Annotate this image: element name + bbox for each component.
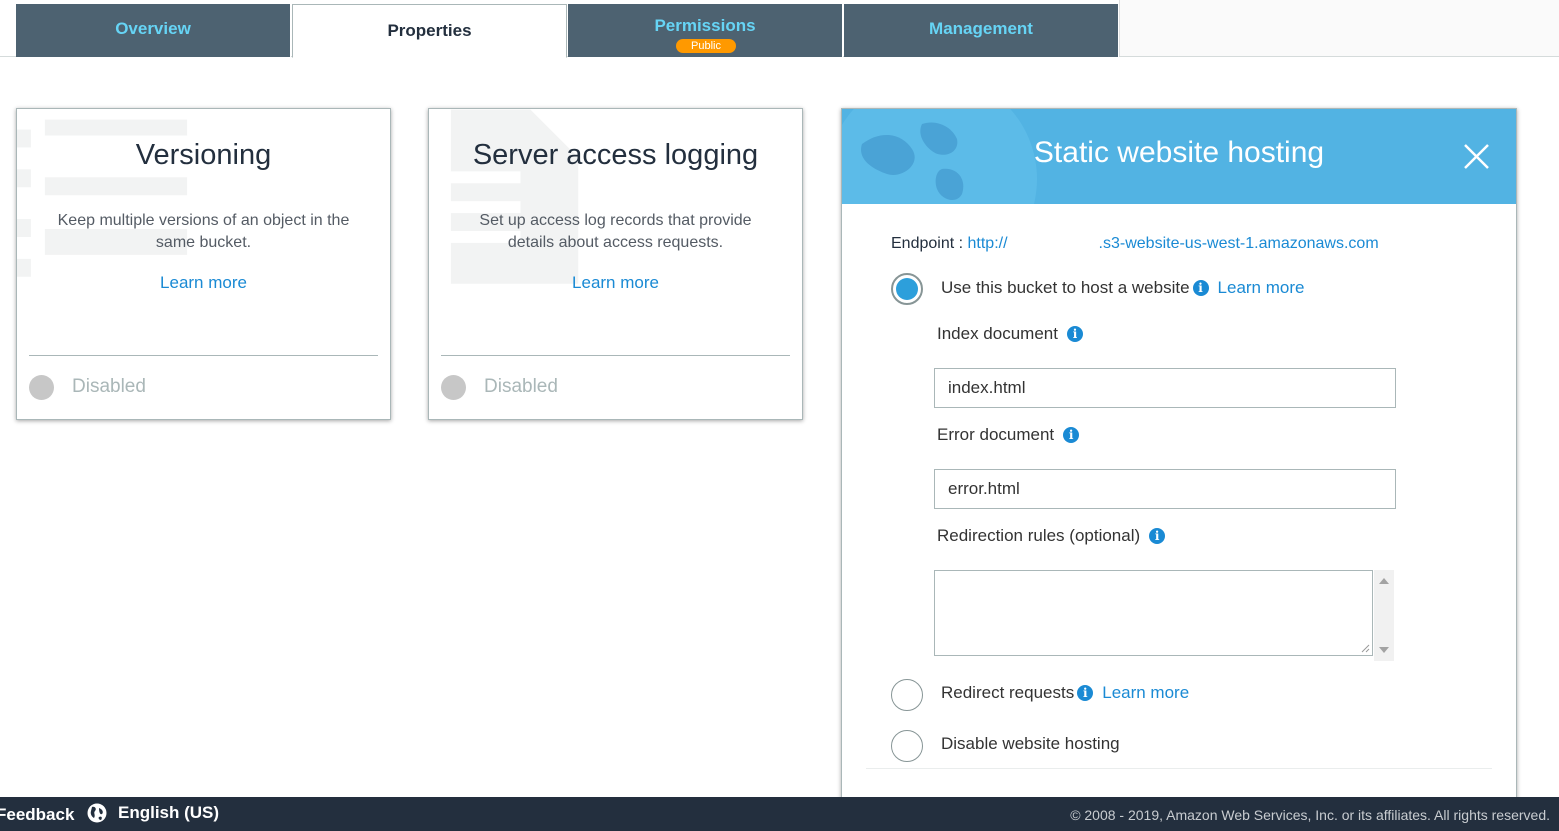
redirect-requests-label[interactable]: Redirect requests <box>941 683 1074 703</box>
scroll-down-icon[interactable] <box>1379 647 1389 653</box>
redirection-rules-label-row: Redirection rules (optional) i <box>937 526 1166 546</box>
endpoint-prefix: http:// <box>967 235 1008 252</box>
versioning-description: Keep multiple versions of an object in t… <box>37 210 370 254</box>
status-dot-icon <box>29 374 54 400</box>
feedback-label: Feedback <box>0 805 75 824</box>
divider <box>441 355 790 356</box>
info-icon[interactable]: i <box>1066 326 1083 342</box>
disable-hosting-option: Disable website hosting <box>941 734 1120 754</box>
error-document-label-row: Error document i <box>937 425 1080 445</box>
public-badge: Public <box>676 39 736 53</box>
endpoint-link[interactable]: http:// .s3-website-us-west-1.amazonaws.c… <box>968 235 1379 252</box>
panel-header: Static website hosting <box>842 109 1516 204</box>
static-website-hosting-panel: Static website hosting Endpoint : http:/… <box>841 108 1517 808</box>
tab-overview-label: Overview <box>115 19 191 38</box>
logging-description: Set up access log records that provide d… <box>449 210 782 254</box>
host-website-learn-more-link[interactable]: Learn more <box>1218 278 1305 298</box>
versioning-card[interactable]: Versioning Keep multiple versions of an … <box>16 108 391 420</box>
logging-title: Server access logging <box>472 139 759 171</box>
redirection-rules-label: Redirection rules (optional) <box>937 526 1141 545</box>
versioning-desc-line1: Keep multiple versions of an object in t… <box>57 212 350 229</box>
info-icon[interactable]: i <box>1077 685 1094 701</box>
tab-properties-label: Properties <box>387 21 472 40</box>
error-document-input[interactable]: error.html <box>934 469 1396 509</box>
info-icon[interactable]: i <box>1149 528 1166 544</box>
feedback-link[interactable]: Feedback <box>0 805 74 825</box>
redirect-requests-option: Redirect requests i Learn more <box>941 683 1189 703</box>
redirect-requests-learn-more-link[interactable]: Learn more <box>1102 683 1189 703</box>
close-icon[interactable] <box>1463 143 1490 170</box>
index-document-label: Index document <box>937 324 1058 343</box>
language-label: English (US) <box>118 803 220 822</box>
disable-hosting-label[interactable]: Disable website hosting <box>941 734 1120 754</box>
versioning-desc-line2: same bucket. <box>155 234 252 251</box>
host-website-radio[interactable] <box>891 273 923 305</box>
divider <box>29 355 378 356</box>
resize-grip-icon[interactable] <box>1361 644 1370 653</box>
index-document-label-row: Index document i <box>937 324 1083 344</box>
redirect-requests-radio[interactable] <box>891 679 923 711</box>
logging-learn-more-link[interactable]: Learn more <box>429 273 802 293</box>
versioning-status: Disabled <box>29 374 146 400</box>
logging-desc-line2: details about access requests. <box>507 234 724 251</box>
logging-status-text: Disabled <box>484 376 558 397</box>
logging-status: Disabled <box>441 374 558 400</box>
info-icon[interactable]: i <box>1063 427 1080 443</box>
host-website-option: Use this bucket to host a website i Lear… <box>941 278 1304 298</box>
host-website-label[interactable]: Use this bucket to host a website <box>941 278 1190 298</box>
index-document-input[interactable]: index.html <box>934 368 1396 408</box>
tab-overview[interactable]: Overview <box>16 4 291 57</box>
panel-title: Static website hosting <box>1033 136 1325 169</box>
server-access-logging-card[interactable]: Server access logging Set up access log … <box>428 108 803 420</box>
copyright-text: © 2008 - 2019, Amazon Web Services, Inc.… <box>1070 807 1550 823</box>
tab-permissions[interactable]: Permissions Public <box>568 4 843 57</box>
endpoint-row: Endpoint : http:// .s3-website-us-west-1.… <box>891 235 1379 253</box>
tab-management[interactable]: Management <box>844 4 1119 57</box>
redirection-rules-textarea[interactable] <box>934 570 1373 656</box>
scroll-up-icon[interactable] <box>1379 578 1389 584</box>
versioning-title: Versioning <box>135 139 272 171</box>
versioning-status-text: Disabled <box>72 376 146 397</box>
endpoint-label: Endpoint : <box>891 235 964 252</box>
textarea-scrollbar[interactable] <box>1374 570 1394 661</box>
logging-desc-line1: Set up access log records that provide <box>479 212 752 229</box>
endpoint-suffix: .s3-website-us-west-1.amazonaws.com <box>1098 235 1379 252</box>
tab-properties[interactable]: Properties <box>292 4 567 58</box>
status-dot-icon <box>441 374 466 400</box>
error-document-label: Error document <box>937 425 1055 444</box>
disable-hosting-radio[interactable] <box>891 730 923 762</box>
divider <box>866 768 1492 769</box>
footer: Feedback English (US) © 2008 - 2019, Ama… <box>0 797 1559 831</box>
tab-bar-filler <box>1119 0 1559 56</box>
tab-management-label: Management <box>929 19 1033 38</box>
versioning-learn-more-link[interactable]: Learn more <box>17 273 390 293</box>
tab-bar: Overview Properties Permissions Public M… <box>0 0 1559 58</box>
globe-icon <box>87 803 107 823</box>
info-icon[interactable]: i <box>1192 280 1209 296</box>
language-selector[interactable]: English (US) <box>87 803 219 823</box>
